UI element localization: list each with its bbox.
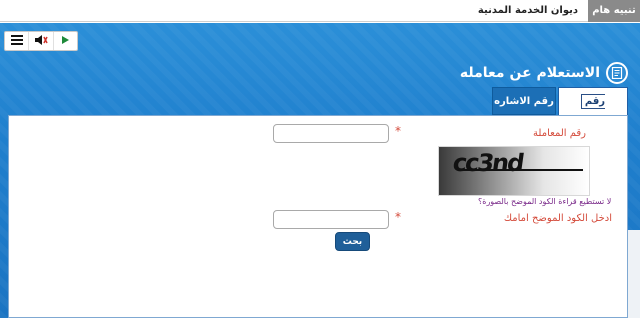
captcha-help-link[interactable]: لا تستطيع قراءة الكود الموضح بالصورة؟	[478, 197, 611, 206]
search-button[interactable]: بحث	[335, 232, 370, 251]
captcha-image: cc3nd	[438, 146, 590, 196]
captcha-text: cc3nd	[451, 149, 525, 177]
media-controls	[4, 31, 78, 51]
captcha-code-input[interactable]	[273, 210, 389, 229]
menu-button[interactable]	[5, 32, 28, 50]
tab-reference-number[interactable]: رقم الاشاره	[492, 87, 556, 115]
page-title: الاستعلام عن معامله	[459, 65, 600, 81]
notice-label: تنبيه هام	[588, 0, 640, 22]
required-marker: *	[395, 124, 401, 138]
transaction-number-label: رقم المعاملة	[533, 128, 586, 139]
play-icon	[60, 35, 70, 48]
required-marker: *	[395, 210, 401, 224]
captcha-strike-line	[459, 169, 583, 171]
notice-bar: تنبيه هام ديوان الخدمة المدنية	[0, 0, 640, 22]
transaction-number-input[interactable]	[273, 124, 389, 143]
page-heading: الاستعلام عن معامله	[460, 60, 628, 86]
tab-label: رقم الاشاره	[494, 96, 554, 107]
scrollbar[interactable]	[628, 230, 640, 318]
document-icon	[606, 62, 628, 84]
captcha-code-label: ادخل الكود الموضح امامك	[503, 213, 612, 224]
play-button[interactable]	[52, 32, 77, 50]
notice-ticker[interactable]: ديوان الخدمة المدنية	[478, 0, 578, 22]
tab-transaction-number[interactable]: رقم المعاملة	[558, 87, 628, 137]
menu-icon	[10, 34, 23, 48]
audio-button[interactable]	[28, 32, 52, 50]
speaker-icon	[34, 34, 48, 49]
